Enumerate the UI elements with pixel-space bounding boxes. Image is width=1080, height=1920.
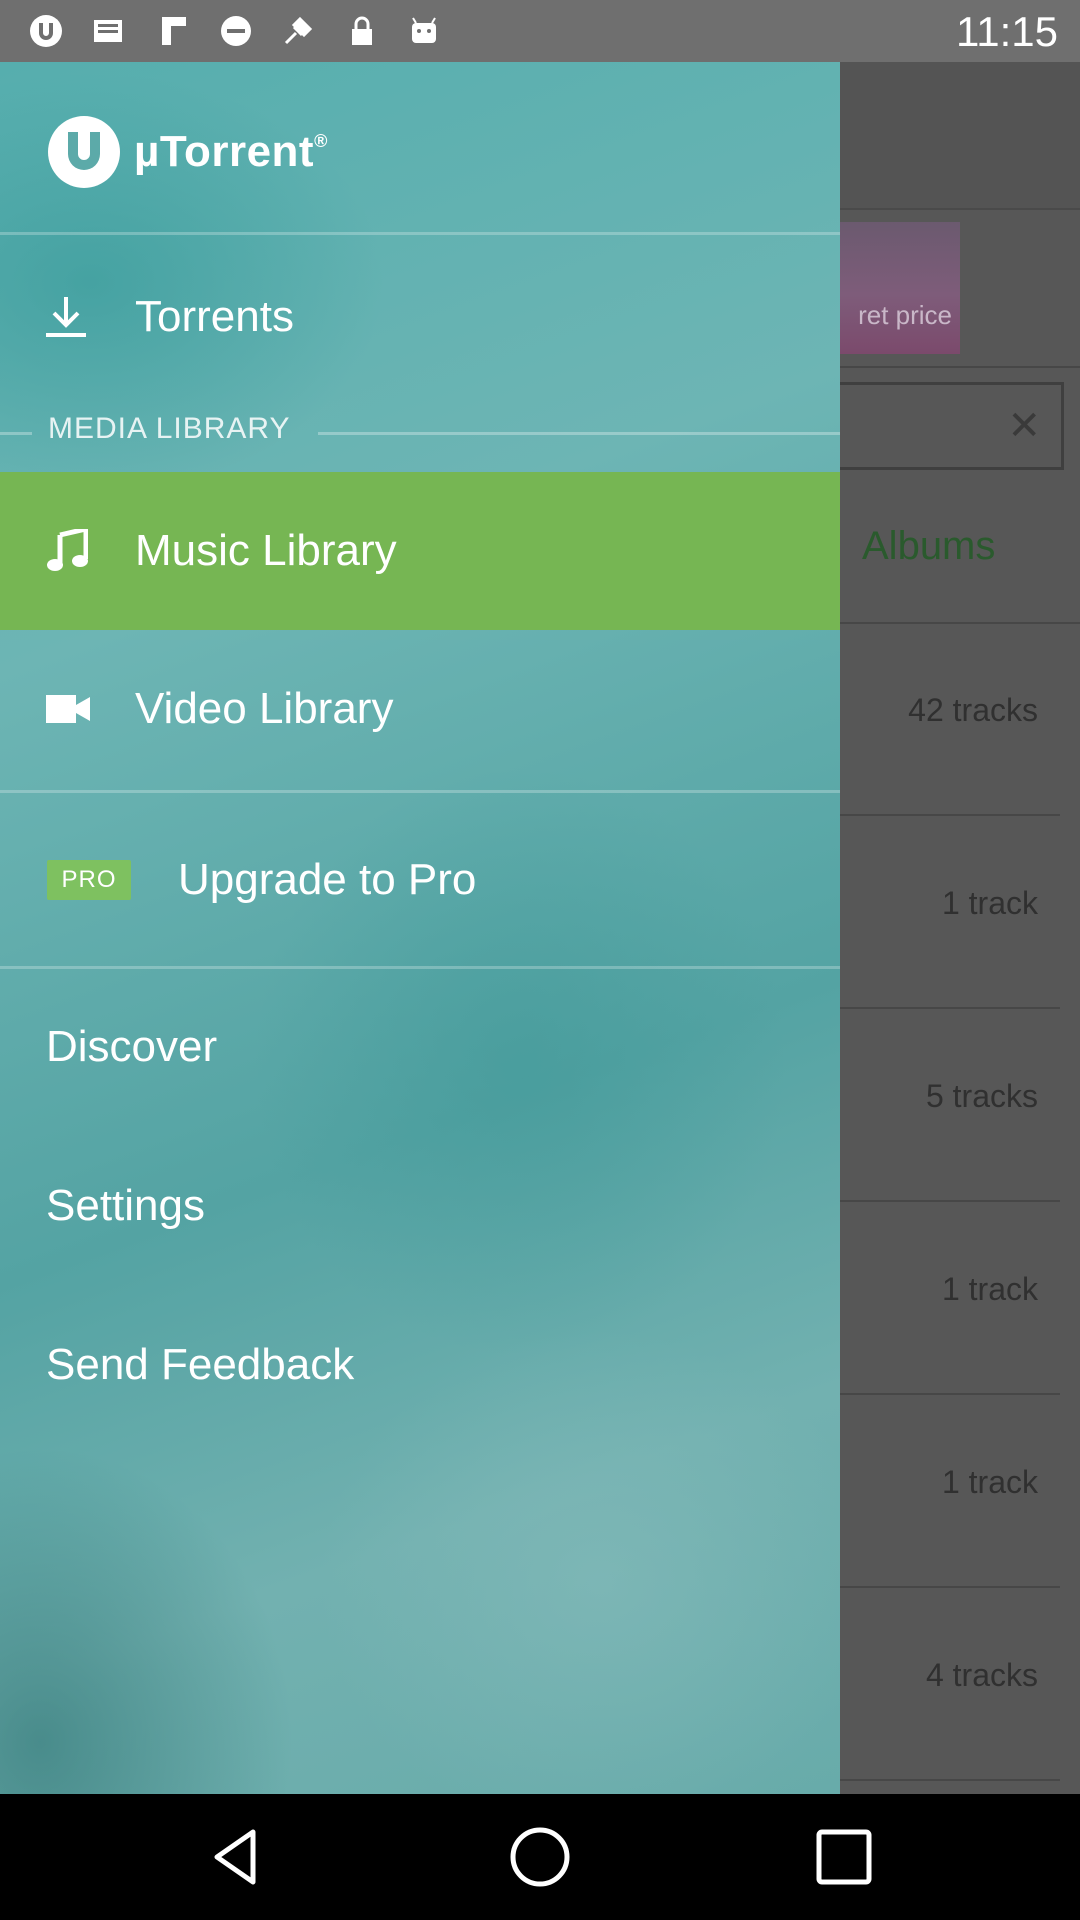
drawer-item-video-library[interactable]: Video Library (0, 630, 840, 788)
drawer-item-label: Music Library (135, 526, 397, 575)
divider (820, 366, 1080, 368)
list-item: 1 track (820, 1394, 1060, 1588)
list-item: 1 track (820, 1201, 1060, 1395)
utorrent-logo-icon (48, 116, 120, 188)
track-count: 1 track (941, 885, 1038, 921)
android-icon (412, 17, 436, 43)
inbox-icon (94, 20, 122, 42)
divider (0, 790, 840, 793)
home-icon[interactable] (507, 1824, 573, 1890)
drawer-item-upgrade-pro[interactable]: PRO Upgrade to Pro (0, 794, 840, 966)
flipboard-icon (162, 17, 186, 45)
clock: 11:15 (956, 8, 1058, 55)
background-search-box: ✕ (820, 382, 1064, 470)
drawer-item-settings[interactable]: Settings (46, 1181, 205, 1231)
utorrent-icon (30, 15, 62, 47)
list-item: 1 track (820, 815, 1060, 1009)
drawer-item-send-feedback[interactable]: Send Feedback (46, 1340, 354, 1390)
utorrent-logo: µTorrent® (46, 112, 328, 192)
music-note-icon (47, 529, 88, 571)
drawer-item-label: Upgrade to Pro (178, 855, 477, 904)
drawer-item-torrents[interactable]: Torrents (0, 238, 840, 396)
track-count: 1 track (941, 1271, 1038, 1307)
track-count: 1 track (941, 1464, 1038, 1500)
close-icon: ✕ (1007, 404, 1041, 448)
fake-gps-icon (284, 16, 313, 45)
video-camera-icon (46, 695, 90, 723)
download-icon (46, 297, 86, 337)
drawer-item-discover[interactable]: Discover (46, 1022, 217, 1072)
list-item: 42 tracks (820, 622, 1060, 816)
divider (0, 966, 840, 969)
drawer-item-music-library[interactable]: Music Library (0, 472, 840, 630)
list-item: 4 tracks (820, 1587, 1060, 1781)
drawer-item-label: Video Library (135, 684, 394, 733)
back-icon[interactable] (203, 1824, 269, 1890)
lock-icon (352, 16, 372, 45)
tab-albums: Albums (862, 524, 996, 568)
pro-badge: PRO (47, 860, 131, 900)
navigation-drawer: µTorrent® Torrents MEDIA LIBRARY Music L… (0, 62, 840, 1794)
do-not-disturb-icon (221, 16, 251, 46)
track-count: 5 tracks (925, 1078, 1038, 1114)
brand-name: µTorrent® (134, 127, 328, 176)
section-divider (0, 432, 32, 435)
status-bar: 11:15 (0, 0, 1080, 62)
section-divider (318, 432, 840, 435)
system-nav-bar (0, 1794, 1080, 1920)
recents-icon[interactable] (811, 1824, 877, 1890)
background-ad-banner: ret price (820, 222, 960, 354)
track-count: 42 tracks (908, 692, 1038, 728)
divider (0, 232, 840, 235)
section-header-media-library: MEDIA LIBRARY (48, 412, 291, 445)
ad-text: ret price (858, 300, 952, 330)
drawer-item-label: Torrents (135, 292, 294, 341)
list-item: 5 tracks (820, 1008, 1060, 1202)
track-count: 4 tracks (925, 1657, 1038, 1693)
